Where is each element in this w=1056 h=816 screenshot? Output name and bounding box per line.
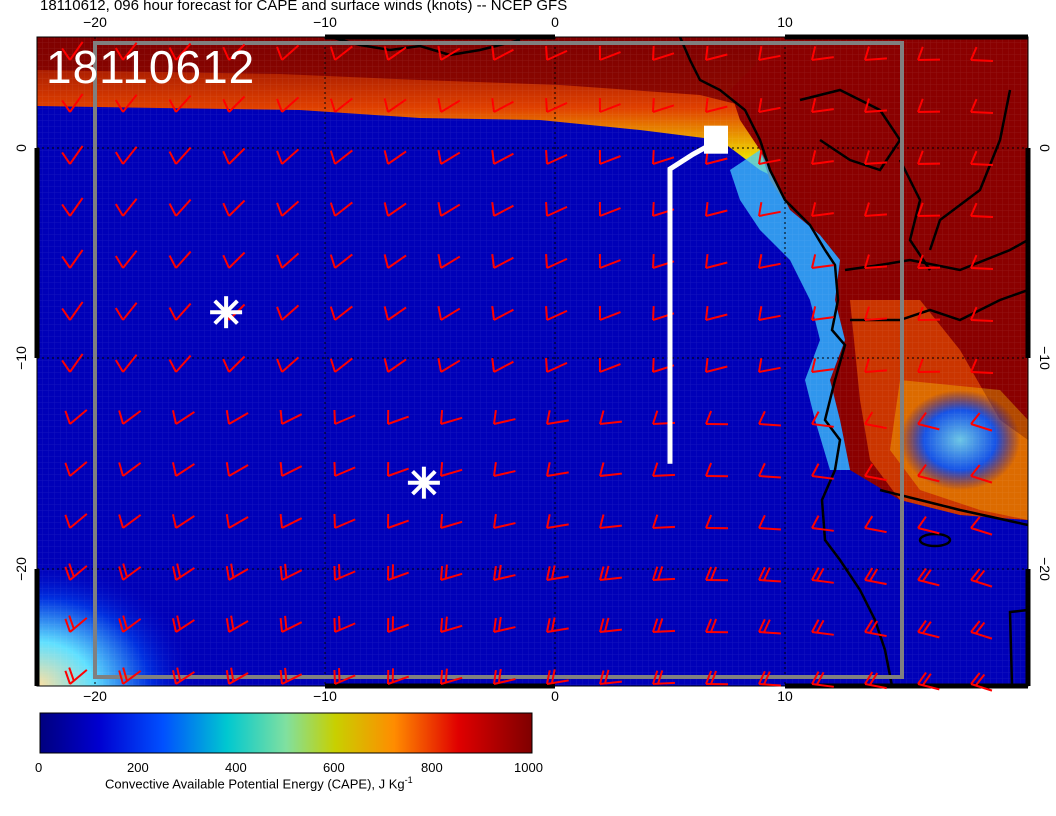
left-lat-tick: −10	[13, 346, 29, 370]
top-lon-tick: 0	[551, 14, 559, 30]
top-lon-tick: −20	[83, 14, 107, 30]
colorbar-tick: 600	[323, 760, 345, 775]
map-canvas: −20 −10 0 10 −20 −10 0 10 0 −10 −20 0 −1…	[13, 14, 1053, 754]
left-lat-tick: 0	[13, 144, 29, 152]
colorbar-caption-sup: -1	[404, 775, 413, 785]
colorbar-tick: 400	[225, 760, 247, 775]
right-lat-tick: −20	[1037, 557, 1053, 581]
colorbar-tick: 800	[421, 760, 443, 775]
colorbar-tick: 0	[35, 760, 43, 775]
asterisk-marker	[407, 466, 440, 499]
colorbar-caption-text: Convective Available Potential Energy (C…	[105, 776, 405, 792]
top-lon-tick: −10	[313, 14, 337, 30]
asterisk-marker	[210, 296, 243, 329]
track-endpoint	[704, 125, 728, 154]
date-stamp: 18110612	[46, 41, 256, 93]
right-lat-tick: −10	[1037, 346, 1053, 370]
bottom-lon-tick: 10	[777, 688, 793, 704]
bottom-lon-tick: 0	[551, 688, 559, 704]
right-lat-tick: 0	[1037, 144, 1053, 152]
left-lat-tick: −20	[13, 557, 29, 581]
bottom-lon-tick: −10	[313, 688, 337, 704]
colorbar-tick: 1000	[514, 760, 543, 775]
bottom-lon-tick: −20	[83, 688, 107, 704]
colorbar-tick: 200	[127, 760, 149, 775]
colorbar	[39, 712, 533, 754]
colorbar-caption: Convective Available Potential Energy (C…	[105, 775, 413, 791]
top-lon-tick: 10	[777, 14, 793, 30]
